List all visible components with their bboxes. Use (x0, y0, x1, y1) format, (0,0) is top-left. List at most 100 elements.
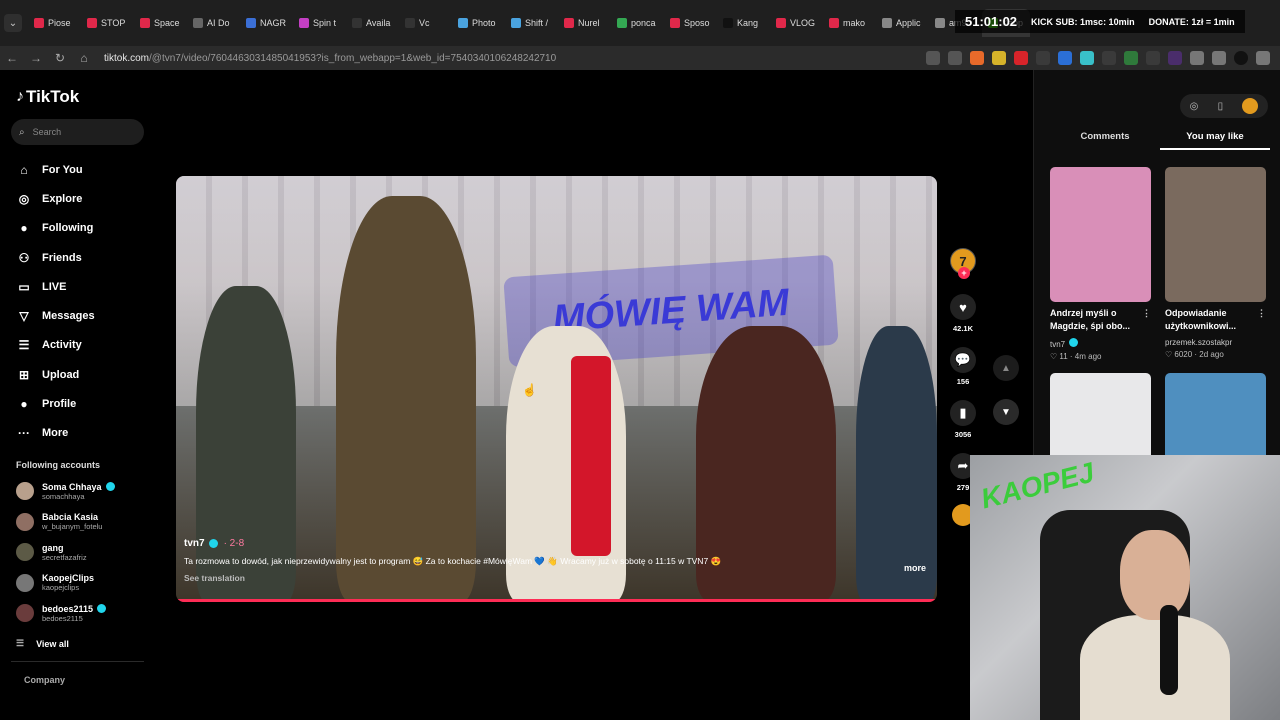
search-placeholder: Search (32, 127, 62, 137)
tab-favicon-icon (882, 18, 892, 28)
extension-icon[interactable] (1036, 51, 1050, 65)
browser-tab[interactable]: Spin t (293, 9, 341, 37)
home-icon[interactable]: ⌂ (72, 51, 96, 65)
extension-icon[interactable] (1080, 51, 1094, 65)
sidebar-item-following[interactable]: ● Following (16, 214, 165, 243)
card-title: Andrzej myśli o Magdzie, śpi obo... (1050, 308, 1131, 331)
tab-comments[interactable]: Comments (1050, 131, 1160, 150)
comment-action[interactable]: 💬 156 (950, 347, 976, 386)
video-author[interactable]: tvn7 · 2-8 (184, 538, 929, 549)
browser-tab[interactable]: Photo (452, 9, 500, 37)
sidebar-item-upload[interactable]: ⊞ Upload (16, 360, 165, 389)
browser-tab[interactable]: Piose (28, 9, 76, 37)
puzzle-icon[interactable] (1190, 51, 1204, 65)
reload-icon[interactable]: ↻ (48, 51, 72, 65)
following-accounts-title: Following accounts (16, 459, 101, 470)
extension-icon[interactable] (1168, 51, 1182, 65)
sidebar-item-for-you[interactable]: ⌂ For You (16, 155, 165, 184)
browser-tab[interactable]: Sposo (664, 9, 712, 37)
following-account[interactable]: KaopejClips kaopejclips (16, 567, 165, 598)
card-author-row[interactable]: tvn7 (1050, 338, 1151, 349)
tab-strip: Piose STOP Space AI Do NAGR Spin t Availa Vc Pho… (28, 9, 1035, 37)
more-options-icon[interactable]: ⋮ (1257, 307, 1266, 320)
install-icon[interactable] (926, 51, 940, 65)
streamer-head (1120, 530, 1190, 620)
back-icon[interactable]: ← (0, 51, 24, 65)
browser-tab[interactable]: Nurel (558, 9, 606, 37)
avatar (16, 604, 34, 623)
next-video-button[interactable]: ▼ (993, 399, 1019, 425)
sidebar-item-live[interactable]: ▭ LIVE (16, 272, 165, 301)
card-author-row[interactable]: przemek.szostakpr (1165, 338, 1266, 347)
following-account[interactable]: Soma Chhaya somachhaya (16, 476, 165, 507)
tab-you-may-like[interactable]: You may like (1160, 131, 1270, 150)
media-icon[interactable] (1212, 51, 1226, 65)
previous-video-button[interactable]: ▲ (993, 355, 1019, 381)
recommended-video-card[interactable]: Andrzej myśli o Magdzie, śpi obo... ⋮ tvn7… (1050, 167, 1151, 361)
like-action[interactable]: ♥ 42.1K (950, 294, 976, 333)
share-count: 279 (956, 483, 970, 492)
browser-tab[interactable]: Kang (717, 9, 765, 37)
browser-tab[interactable]: AI Do (187, 9, 235, 37)
following-account[interactable]: Babcia Kasia w_bujanym_fotelu (16, 506, 165, 537)
recommended-video-card[interactable]: Odpowiadanie użytkownikowi... ⋮ przemek.sz… (1165, 167, 1266, 361)
browser-tab[interactable]: VLOG (770, 9, 818, 37)
browser-tab[interactable]: NAGR (240, 9, 288, 37)
following-account[interactable]: bedoes2115 bedoes2115 (16, 598, 165, 629)
url-field[interactable]: tiktok.com/@tvn7/video/76044630314850419… (104, 53, 894, 64)
extension-icon[interactable] (970, 51, 984, 65)
browser-tab[interactable]: Space (134, 9, 182, 37)
video-thumbnail[interactable] (1165, 167, 1266, 302)
video-progress-bar[interactable] (176, 599, 937, 602)
bookmark-star-icon[interactable] (948, 51, 962, 65)
browser-tab[interactable]: Shift / (505, 9, 553, 37)
creator-avatar[interactable]: 7 + (950, 248, 976, 279)
more-options-icon[interactable]: ⋮ (1142, 307, 1151, 320)
sidebar-item-profile[interactable]: ● Profile (16, 389, 165, 418)
browser-tab[interactable]: mako (823, 9, 871, 37)
search-input[interactable]: ⌕ Search (11, 119, 144, 145)
browser-tab[interactable]: Vc (399, 9, 447, 37)
extension-icon[interactable] (992, 51, 1006, 65)
sidebar-item-more[interactable]: ··· More (16, 419, 165, 448)
device-icon[interactable]: ▯ (1218, 101, 1224, 112)
save-action[interactable]: ▮ 3056 (950, 400, 976, 439)
sidebar-item-explore[interactable]: ◎ Explore (16, 184, 165, 213)
coins-icon[interactable]: ◎ (1190, 101, 1199, 112)
sidebar-item-label: Following (42, 222, 94, 235)
browser-tab[interactable]: STOP (81, 9, 129, 37)
extension-icon[interactable] (1102, 51, 1116, 65)
save-count: 3056 (954, 430, 972, 439)
account-name-row: Soma Chhaya (42, 482, 115, 492)
sidebar-item-messages[interactable]: ▽ Messages (16, 301, 165, 330)
extension-icon[interactable] (1058, 51, 1072, 65)
account-name: gang (42, 542, 64, 553)
account-name-row: Babcia Kasia (42, 512, 102, 522)
account-handle: somachhaya (42, 491, 85, 501)
tiktok-logo[interactable]: ♪ TikTok (16, 87, 165, 107)
tab-search-dropdown-button[interactable]: ⌄ (4, 14, 22, 32)
extension-icon[interactable] (1124, 51, 1138, 65)
browser-tab[interactable]: Applic (876, 9, 924, 37)
forward-icon[interactable]: → (24, 51, 48, 65)
see-translation-link[interactable]: See translation (184, 573, 929, 583)
browser-tab[interactable]: ponca (611, 9, 659, 37)
view-all-link[interactable]: ☰ View all (16, 638, 165, 649)
caption-more-button[interactable]: more (904, 563, 926, 573)
sidebar-item-friends[interactable]: ⚇ Friends (16, 243, 165, 272)
streamer-webcam: KAOPEJ (970, 455, 1280, 720)
video-thumbnail[interactable] (1050, 167, 1151, 302)
follow-plus-icon[interactable]: + (958, 267, 970, 279)
extension-icon[interactable] (1014, 51, 1028, 65)
following-account[interactable]: gang secretfazafriz (16, 537, 165, 568)
browser-tab[interactable]: Availa (346, 9, 394, 37)
sidebar-item-activity[interactable]: ☰ Activity (16, 331, 165, 360)
account-name-row: gang (42, 543, 87, 553)
company-link[interactable]: Company (24, 675, 165, 685)
account-info: gang secretfazafriz (42, 543, 87, 562)
menu-icon[interactable] (1256, 51, 1270, 65)
user-avatar-icon[interactable] (1242, 98, 1259, 114)
video-player[interactable]: MÓWIĘ WAM tvn7 · 2-8 Ta rozmowa to dowód… (176, 176, 937, 602)
profile-icon[interactable] (1234, 51, 1248, 65)
extension-icon[interactable] (1146, 51, 1160, 65)
